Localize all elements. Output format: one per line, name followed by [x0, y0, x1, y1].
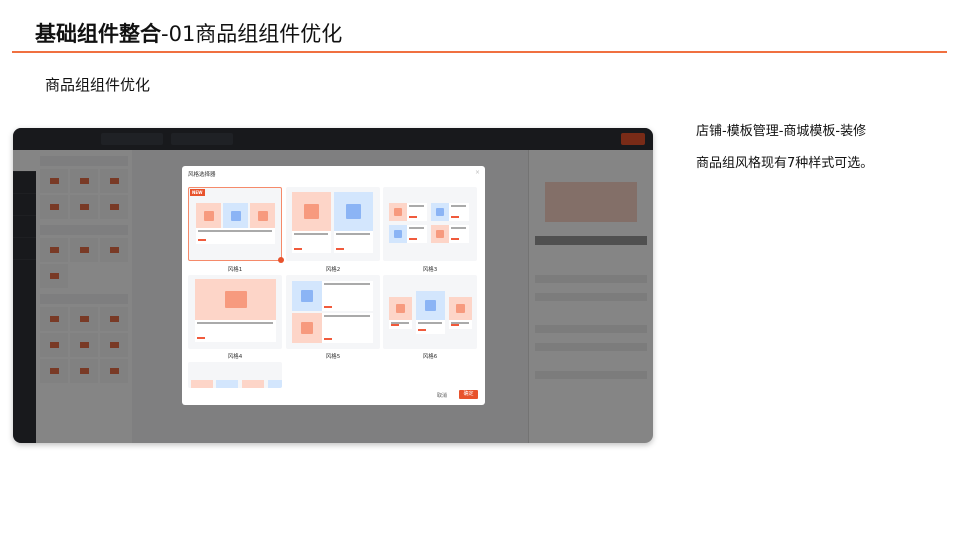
editor-screenshot: 风格选择器 × NEW 风格1 风格2 风格3 风格4 风格5 风格6 取消 确…	[13, 128, 653, 443]
style-card-7[interactable]	[188, 362, 282, 388]
style-card-2[interactable]	[286, 187, 380, 261]
selected-check-icon	[278, 257, 284, 263]
title-divider	[12, 51, 947, 53]
style-card-1[interactable]: NEW	[188, 187, 284, 263]
style-card-3[interactable]	[383, 187, 477, 261]
confirm-button[interactable]: 确定	[459, 390, 478, 399]
style-card-4[interactable]	[188, 275, 282, 349]
style-label: 风格4	[227, 354, 243, 360]
style-picker-modal: 风格选择器 × NEW 风格1 风格2 风格3 风格4 风格5 风格6 取消 确…	[182, 166, 485, 405]
style-label: 风格5	[325, 354, 341, 360]
style-label: 风格6	[422, 354, 438, 360]
slide-subtitle: 商品组组件优化	[45, 76, 151, 94]
style-card-6[interactable]	[383, 275, 477, 349]
style-label: 风格1	[227, 267, 243, 273]
cancel-button[interactable]: 取消	[437, 392, 447, 399]
path-note: 店铺-模板管理-商城模板-装修	[696, 124, 867, 139]
style-card-5[interactable]	[286, 275, 380, 349]
slide-title: 基础组件整合-01商品组组件优化	[35, 22, 343, 46]
style-label: 风格3	[422, 267, 438, 273]
new-badge: NEW	[190, 189, 205, 196]
style-label: 风格2	[325, 267, 341, 273]
modal-title: 风格选择器	[188, 172, 216, 178]
description-note: 商品组风格现有7种样式可选。	[696, 156, 874, 171]
close-icon[interactable]: ×	[475, 169, 480, 176]
